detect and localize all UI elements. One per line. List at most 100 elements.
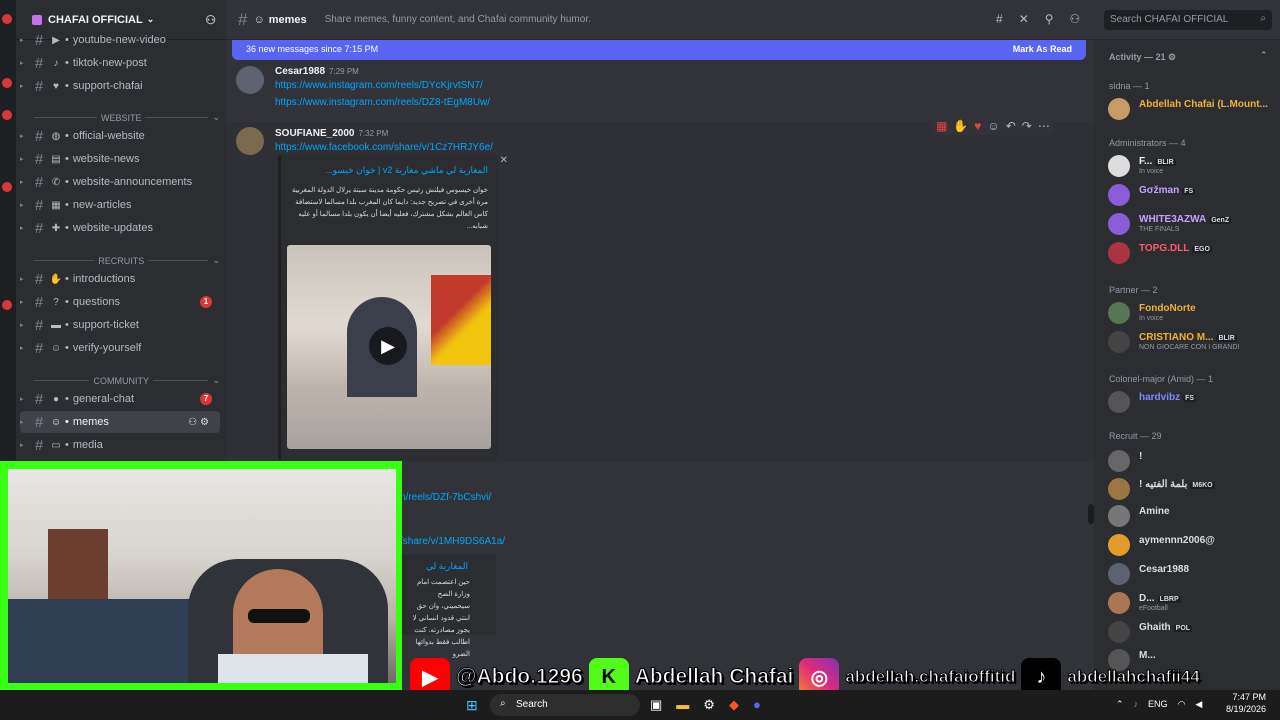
channel-website-updates[interactable]: ▸ # ✚ • website-updates xyxy=(20,217,220,239)
hash-icon: # xyxy=(34,219,44,237)
member-item[interactable]: TOPG.DLL EGO xyxy=(1108,240,1278,264)
more-icon[interactable]: ⋯ xyxy=(1038,119,1050,133)
member-tag: POL xyxy=(1173,625,1193,632)
server-notification-badge xyxy=(2,300,12,310)
new-messages-text: 36 new messages since 7:15 PM xyxy=(246,44,379,54)
channel-emoji-icon: ◍ xyxy=(51,130,61,142)
channel-introductions[interactable]: ▸ # ✋ • introductions xyxy=(20,268,220,290)
channel-website-announcements[interactable]: ▸ # ✆ • website-announcements xyxy=(20,171,220,193)
channel-verify-yourself[interactable]: ▸ # ☺ • verify-yourself xyxy=(20,337,220,359)
member-item[interactable]: WHITE3AZWA GenZ THE FINALS xyxy=(1108,211,1278,235)
invite-icon[interactable]: ⚇ xyxy=(188,417,200,428)
message-author[interactable]: SOUFIANE_2000 7:32 PM xyxy=(275,128,388,139)
forward-icon[interactable]: ↷ xyxy=(1022,119,1032,133)
channel-new-articles[interactable]: ▸ # ▦ • new-articles xyxy=(20,194,220,216)
member-status: In voice xyxy=(1139,168,1164,175)
message-link[interactable]: /share/v/1MH9DS6A1a/ xyxy=(400,536,505,547)
chevron-right-icon: ▸ xyxy=(20,345,24,352)
add-member-icon[interactable]: ⚇ xyxy=(205,13,216,27)
brave-browser-icon[interactable]: ◆ xyxy=(729,697,739,713)
channel-support-chafai[interactable]: ▸ # ♥ • support-chafai xyxy=(20,75,220,97)
language-indicator[interactable]: ENG xyxy=(1148,699,1168,710)
bell-icon[interactable]: ✕ xyxy=(1019,12,1029,26)
reply-icon[interactable]: ↶ xyxy=(1006,119,1016,133)
threads-icon[interactable]: # xyxy=(996,12,1003,26)
play-icon[interactable]: ▶ xyxy=(369,327,407,365)
member-item[interactable]: hardvibz FS xyxy=(1108,389,1278,413)
channel-media[interactable]: ▸ # ▭ • media xyxy=(20,434,220,456)
message-link[interactable]: https://www.instagram.com/reels/DYcKjrvt… xyxy=(275,80,483,91)
channel-emoji-icon: ● xyxy=(52,393,60,405)
member-item[interactable]: ! xyxy=(1108,448,1278,472)
avatar[interactable] xyxy=(236,127,264,155)
settings-icon[interactable]: ⚙ xyxy=(703,697,715,713)
new-messages-bar[interactable]: 36 new messages since 7:15 PM Mark As Re… xyxy=(232,38,1086,60)
channel-tiktok-new-post[interactable]: ▸ # ♪ • tiktok-new-post xyxy=(20,52,220,74)
member-item[interactable]: aymennn2006@ xyxy=(1108,532,1278,556)
clock[interactable]: 7:47 PM 8/19/2026 xyxy=(1226,691,1266,715)
channel-general-chat[interactable]: ▸ # ● • general-chat 7 xyxy=(20,388,220,410)
collapse-icon[interactable]: ⌃ xyxy=(1260,50,1268,61)
chevron-up-icon[interactable]: ⌃ xyxy=(1116,699,1124,710)
microphone-icon[interactable]: ♪ xyxy=(1134,699,1139,710)
avatar[interactable] xyxy=(236,66,264,94)
discord-icon[interactable]: ● xyxy=(753,697,761,713)
gear-icon[interactable]: ⚙ xyxy=(200,417,212,428)
channel-memes[interactable]: ▸ # ☺ • memes ⚇⚙ xyxy=(20,411,220,433)
embed-title[interactable]: المغاربة لي ماشي مغاربة v2 | خوان خيسو..… xyxy=(325,165,488,176)
category-header[interactable]: COMMUNITY ⌄ xyxy=(30,375,220,386)
task-view-icon[interactable]: ▣ xyxy=(650,697,662,713)
embed-video-thumbnail[interactable]: ▶ xyxy=(287,245,491,449)
youtube-handle: @Abdo.1296 xyxy=(456,665,584,689)
member-tag: M6KO xyxy=(1190,482,1215,489)
member-item[interactable]: Gσžman FS xyxy=(1108,182,1278,206)
channel-website-news[interactable]: ▸ # ▤ • website-news xyxy=(20,148,220,170)
member-item[interactable]: F... BLIR In voice xyxy=(1108,153,1278,177)
member-item[interactable]: FondoNorte In voice xyxy=(1108,300,1278,324)
embed-title[interactable]: المغاربة لي xyxy=(426,561,468,572)
channel-support-ticket[interactable]: ▸ # ▬ • support-ticket xyxy=(20,314,220,336)
search-input[interactable]: Search CHAFAI OFFICIAL ⌕ xyxy=(1104,10,1272,30)
channel-youtube-new-video[interactable]: ▸ # ▶ • youtube-new-video xyxy=(20,29,220,51)
member-item[interactable]: Abdellah Chafai (L.Mount... xyxy=(1108,96,1278,120)
category-header[interactable]: WEBSITE ⌄ xyxy=(30,112,220,123)
channel-label: memes xyxy=(72,416,109,428)
channel-topic[interactable]: Share memes, funny content, and Chafai c… xyxy=(325,14,591,25)
member-item[interactable]: Cesar1988 xyxy=(1108,561,1278,585)
volume-icon[interactable]: ◀ xyxy=(1195,699,1202,710)
close-icon[interactable]: ✕ xyxy=(500,155,508,166)
member-item[interactable]: ! بلمة الفتيه M6KO xyxy=(1108,476,1278,500)
channel-official-website[interactable]: ▸ # ◍ • official-website xyxy=(20,125,220,147)
file-explorer-icon[interactable]: ▬ xyxy=(676,697,689,713)
message-link[interactable]: https://www.instagram.com/reels/DZ8-tEgM… xyxy=(275,97,490,108)
windows-taskbar: ⊞ ⌕ Search ▣ ▬ ⚙ ◆ ● ⌃ ♪ ENG ◠ ◀ 7:47 PM… xyxy=(0,690,1280,720)
member-tag: FS xyxy=(1183,395,1197,402)
member-item[interactable]: CRISTIANO M... BLIR NON GIOCARE CON I GRAN… xyxy=(1108,329,1278,353)
taskbar-search[interactable]: ⌕ Search xyxy=(490,694,640,716)
member-list-icon[interactable]: ⚇ xyxy=(1070,12,1081,26)
add-reaction-icon[interactable]: ☺ xyxy=(987,119,999,133)
hash-icon: # xyxy=(34,270,44,288)
hash-icon: # xyxy=(34,196,44,214)
mark-as-read-button[interactable]: Mark As Read xyxy=(1013,44,1072,54)
windows-start-icon[interactable]: ⊞ xyxy=(466,697,478,714)
channel-emoji-icon: ▶ xyxy=(52,34,60,46)
wifi-icon[interactable]: ◠ xyxy=(1178,699,1186,710)
message-link[interactable]: n/reels/DZf-7bCshvi/ xyxy=(400,492,491,503)
react-emoji-icon[interactable]: ▦ xyxy=(936,119,947,133)
chevron-right-icon: ▸ xyxy=(20,299,24,306)
message-author[interactable]: Cesar1988 7:29 PM xyxy=(275,66,359,77)
message-link[interactable]: https://www.facebook.com/share/v/1Cz7HRJ… xyxy=(275,142,493,153)
activity-header[interactable]: Activity — 21 ⚙ xyxy=(1109,52,1176,63)
member-item[interactable]: D... LBRP eFootball xyxy=(1108,590,1278,614)
thumbs-down-icon[interactable]: ✋ xyxy=(953,119,968,133)
chevron-right-icon: ▸ xyxy=(20,156,24,163)
pin-icon[interactable]: ⚲ xyxy=(1045,12,1054,26)
member-item[interactable]: Ghaith POL xyxy=(1108,619,1278,643)
channel-questions[interactable]: ▸ #? • questions 1 xyxy=(20,291,220,313)
hash-icon: # xyxy=(34,436,44,454)
link-embed: ✕ المغاربة لي ماشي مغاربة v2 | خوان خيسو… xyxy=(278,155,508,460)
heart-icon[interactable]: ♥ xyxy=(974,119,981,133)
member-item[interactable]: Amine xyxy=(1108,503,1278,527)
category-header[interactable]: RECRUITS ⌄ xyxy=(30,255,220,266)
